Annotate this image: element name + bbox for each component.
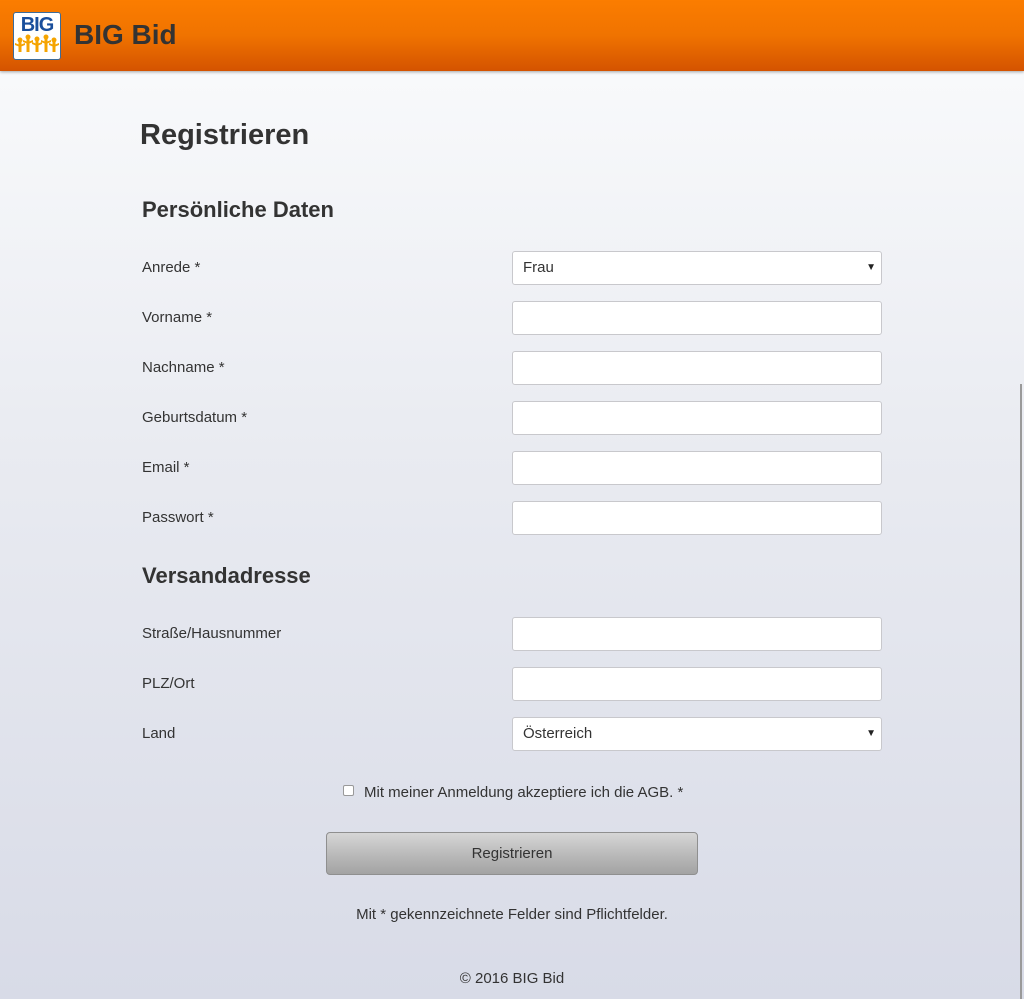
anrede-selected-value: Frau: [523, 259, 554, 276]
anrede-label: Anrede *: [142, 259, 201, 276]
passwort-input[interactable]: [512, 501, 882, 535]
scrollbar[interactable]: [1020, 384, 1022, 999]
geburtsdatum-input[interactable]: [512, 401, 882, 435]
strasse-input[interactable]: [512, 617, 882, 651]
top-bar: BIG BIG Bid: [0, 0, 1024, 71]
personal-data-heading: Persönliche Daten: [142, 197, 334, 222]
vorname-input[interactable]: [512, 301, 882, 335]
vorname-label: Vorname *: [142, 309, 213, 326]
strasse-label: Straße/Hausnummer: [142, 625, 282, 642]
email-label: Email *: [142, 459, 190, 476]
passwort-label: Passwort *: [142, 509, 214, 526]
chevron-down-icon: ▼: [866, 262, 876, 273]
land-selected-value: Österreich: [523, 725, 593, 742]
agb-label[interactable]: Mit meiner Anmeldung akzeptiere ich die …: [364, 784, 683, 802]
shipping-address-heading: Versandadresse: [142, 563, 311, 588]
logo-figures-icon: [15, 34, 59, 52]
page-title: Registrieren: [140, 119, 310, 151]
geburtsdatum-label: Geburtsdatum *: [142, 409, 248, 426]
email-input[interactable]: [512, 451, 882, 485]
agb-checkbox[interactable]: [343, 785, 354, 796]
nachname-input[interactable]: [512, 351, 882, 385]
plz-ort-input[interactable]: [512, 667, 882, 701]
plz-ort-label: PLZ/Ort: [142, 675, 195, 692]
footer-copyright: © 2016 BIG Bid: [459, 970, 565, 987]
chevron-down-icon: ▼: [866, 728, 876, 739]
land-label: Land: [142, 725, 176, 742]
big-bid-logo-icon[interactable]: BIG: [13, 12, 61, 60]
anrede-select[interactable]: Frau ▼: [512, 251, 882, 285]
register-button[interactable]: Registrieren: [326, 832, 698, 875]
land-select[interactable]: Österreich ▼: [512, 717, 882, 751]
required-fields-note: Mit * gekennzeichnete Felder sind Pflich…: [356, 906, 668, 923]
brand-name[interactable]: BIG Bid: [74, 19, 177, 51]
nachname-label: Nachname *: [142, 359, 225, 376]
